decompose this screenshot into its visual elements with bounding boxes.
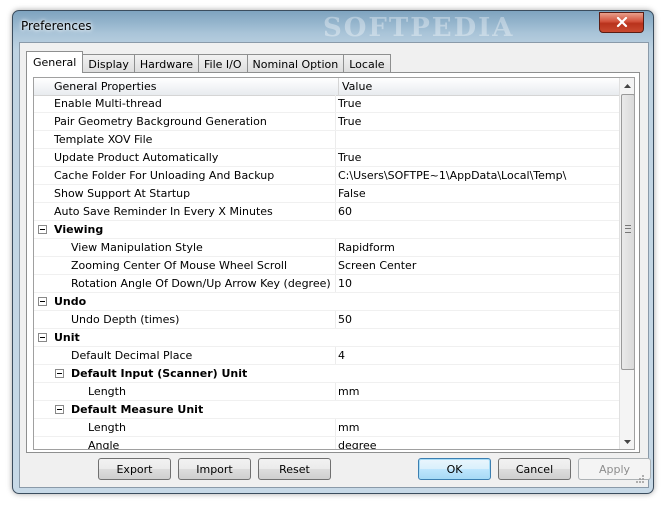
minus-box-icon[interactable] — [38, 225, 47, 234]
property-row[interactable]: Pair Geometry Background Generation True — [34, 113, 619, 131]
property-row[interactable]: Default Decimal Place 4 — [34, 347, 619, 365]
property-row[interactable]: Enable Multi-thread True — [34, 95, 619, 113]
minus-box-icon[interactable] — [55, 405, 64, 414]
property-value[interactable]: 4 — [335, 347, 620, 364]
property-value[interactable]: Screen Center — [335, 257, 620, 274]
property-name: Template XOV File — [54, 133, 153, 146]
header-general-properties[interactable]: General Properties — [54, 78, 332, 95]
property-row[interactable]: Cache Folder For Unloading And Backup C:\… — [34, 167, 619, 185]
property-name: Default Decimal Place — [71, 349, 193, 362]
property-value[interactable] — [335, 131, 620, 148]
property-row[interactable]: Show Support At Startup False — [34, 185, 619, 203]
property-value[interactable]: True — [335, 113, 620, 130]
property-rows: Enable Multi-thread True Pair Geometry Bac… — [34, 95, 620, 450]
property-value[interactable]: Rapidform — [335, 239, 620, 256]
property-name: Cache Folder For Unloading And Backup — [54, 169, 275, 182]
property-row[interactable]: Template XOV File — [34, 131, 619, 149]
minus-box-icon[interactable] — [38, 333, 47, 342]
tab-display[interactable]: Display — [82, 54, 135, 73]
general-tab-panel: General Properties Value Enable Multi-th… — [26, 72, 640, 453]
cancel-button[interactable]: Cancel — [498, 458, 571, 480]
property-row[interactable]: Auto Save Reminder In Every X Minutes 60 — [34, 203, 619, 221]
category-row[interactable]: Default Input (Scanner) Unit — [34, 365, 619, 383]
resize-grip-icon[interactable] — [635, 474, 645, 484]
close-button[interactable] — [599, 12, 644, 33]
property-value[interactable]: True — [335, 95, 620, 112]
export-button[interactable]: Export — [98, 458, 171, 480]
property-value[interactable]: 60 — [335, 203, 620, 220]
minus-box-icon[interactable] — [55, 369, 64, 378]
property-grid: General Properties Value Enable Multi-th… — [33, 77, 635, 450]
property-row[interactable]: Update Product Automatically True — [34, 149, 619, 167]
property-value[interactable]: 50 — [335, 311, 620, 328]
property-name: Undo Depth (times) — [71, 313, 180, 326]
reset-button[interactable]: Reset — [258, 458, 331, 480]
tab-general[interactable]: General — [26, 51, 84, 73]
property-row[interactable]: Zooming Center Of Mouse Wheel Scroll Scre… — [34, 257, 619, 275]
property-name: Rotation Angle Of Down/Up Arrow Key (deg… — [71, 277, 331, 290]
window-title: Preferences — [21, 19, 92, 33]
category-row[interactable]: Undo — [34, 293, 619, 311]
tab-strip: General Display Hardware File I/O Nomina… — [26, 51, 391, 73]
property-value[interactable]: mm — [335, 419, 620, 436]
category-label: Unit — [54, 331, 80, 344]
tab-nominal-option[interactable]: Nominal Option — [246, 54, 345, 73]
category-label: Default Input (Scanner) Unit — [71, 367, 248, 380]
grip-icon — [625, 225, 631, 233]
property-name: Pair Geometry Background Generation — [54, 115, 267, 128]
import-button[interactable]: Import — [178, 458, 251, 480]
property-name: Angle — [88, 439, 120, 450]
scrollbar-thumb[interactable] — [621, 94, 634, 370]
property-value[interactable]: 10 — [335, 275, 620, 292]
tab-locale[interactable]: Locale — [343, 54, 391, 73]
category-row[interactable]: Viewing — [34, 221, 619, 239]
category-row[interactable]: Default Measure Unit — [34, 401, 619, 419]
property-name: Update Product Automatically — [54, 151, 219, 164]
property-name: View Manipulation Style — [71, 241, 203, 254]
property-name: Length — [88, 421, 126, 434]
scroll-down-button[interactable] — [620, 434, 634, 449]
minus-box-icon[interactable] — [38, 297, 47, 306]
category-label: Viewing — [54, 223, 104, 236]
category-row[interactable]: Unit — [34, 329, 619, 347]
tab-hardware[interactable]: Hardware — [133, 54, 200, 73]
property-row[interactable]: Length mm — [34, 419, 619, 437]
dialog-client: General Display Hardware File I/O Nomina… — [19, 42, 651, 488]
property-name: Zooming Center Of Mouse Wheel Scroll — [71, 259, 288, 272]
ok-button[interactable]: OK — [418, 458, 491, 480]
vertical-scrollbar[interactable] — [619, 78, 634, 449]
property-row[interactable]: Length mm — [34, 383, 619, 401]
close-icon — [616, 17, 627, 28]
property-name: Length — [88, 385, 126, 398]
category-label: Undo — [54, 295, 87, 308]
property-name: Auto Save Reminder In Every X Minutes — [54, 205, 273, 218]
scroll-up-button[interactable] — [620, 78, 634, 93]
header-value[interactable]: Value — [338, 78, 622, 95]
property-value[interactable]: True — [335, 149, 620, 166]
tab-file-io[interactable]: File I/O — [198, 54, 248, 73]
property-name: Enable Multi-thread — [54, 97, 162, 110]
arrow-up-icon — [624, 83, 631, 88]
watermark: SOFTPEDIA — [323, 13, 515, 43]
preferences-window: SOFTPEDIA Preferences General Display Ha… — [12, 10, 654, 494]
property-name: Show Support At Startup — [54, 187, 191, 200]
property-value[interactable]: False — [335, 185, 620, 202]
category-label: Default Measure Unit — [71, 403, 204, 416]
property-value[interactable]: degree — [335, 437, 620, 449]
property-row[interactable]: Angle degree — [34, 437, 620, 450]
grid-header: General Properties Value — [34, 78, 619, 96]
property-row[interactable]: View Manipulation Style Rapidform — [34, 239, 619, 257]
property-value[interactable]: C:\Users\SOFTPE~1\AppData\Local\Temp\ — [335, 167, 620, 184]
arrow-down-icon — [624, 439, 631, 444]
property-row[interactable]: Rotation Angle Of Down/Up Arrow Key (deg… — [34, 275, 619, 293]
property-row[interactable]: Undo Depth (times) 50 — [34, 311, 619, 329]
property-value[interactable]: mm — [335, 383, 620, 400]
